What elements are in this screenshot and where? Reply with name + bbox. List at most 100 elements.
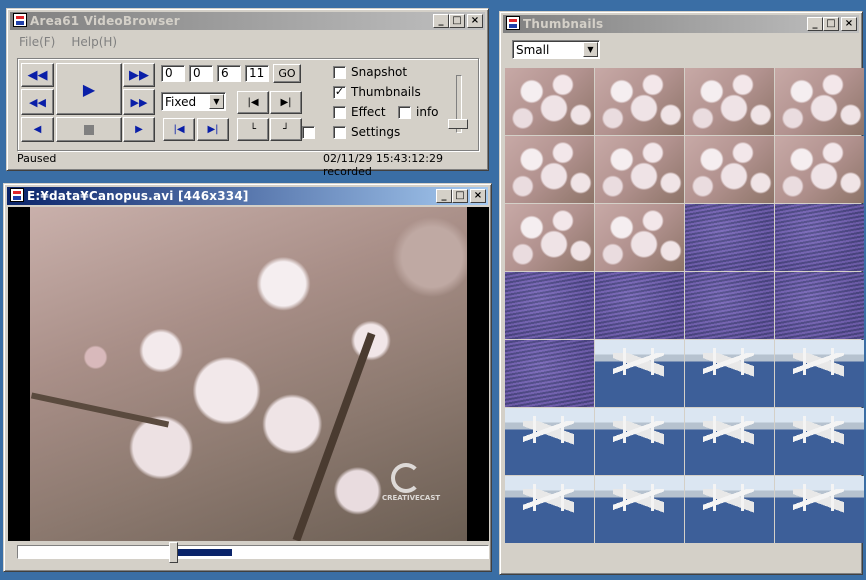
menu-file[interactable]: File(F): [11, 32, 63, 50]
step-forward-button[interactable]: ▶: [123, 117, 155, 142]
seek-thumb[interactable]: [168, 542, 178, 563]
minimize-button[interactable]: _: [436, 189, 452, 203]
thumbnail-bridge[interactable]: [595, 476, 684, 543]
close-button[interactable]: ×: [467, 14, 483, 28]
time-frames-field[interactable]: 11: [245, 65, 269, 82]
fast-rewind-button[interactable]: ◀◀: [21, 63, 54, 87]
app-icon: [13, 13, 27, 27]
thumbnails-checkbox[interactable]: ✓ Thumbnails: [333, 85, 421, 99]
thumbnail-blossom[interactable]: [505, 204, 594, 271]
mark-out-button[interactable]: ▶|: [270, 91, 302, 114]
play-button[interactable]: ▶: [56, 63, 122, 115]
time-seconds-field[interactable]: 6: [217, 65, 241, 82]
prev-frame-button[interactable]: |◀: [163, 118, 195, 141]
thumbnail-flowers[interactable]: [505, 272, 594, 339]
mark-in-button[interactable]: |◀: [237, 91, 269, 114]
set-start-button[interactable]: └: [237, 118, 269, 141]
thumbnail-blossom[interactable]: [595, 68, 684, 135]
effect-checkbox[interactable]: Effect: [333, 105, 386, 119]
mode-select[interactable]: Fixed ▼: [161, 92, 226, 111]
thumbnail-bridge[interactable]: [685, 476, 774, 543]
thumbnail-blossom[interactable]: [595, 136, 684, 203]
app-icon: [10, 188, 24, 202]
video-image: CREATIVECAST: [30, 207, 467, 541]
settings-checkbox-box: [333, 125, 346, 139]
video-title: E:¥data¥Canopus.avi [446x334]: [27, 189, 249, 203]
thumbnail-bridge[interactable]: [775, 476, 864, 543]
thumbnail-blossom[interactable]: [505, 136, 594, 203]
thumbnail-grid: [505, 68, 864, 544]
thumbnail-blossom[interactable]: [595, 204, 684, 271]
thumbnail-bridge[interactable]: [595, 340, 684, 407]
thumbnail-bridge[interactable]: [685, 340, 774, 407]
recorded-timestamp: 02/11/29 15:43:12:29 recorded: [323, 152, 444, 178]
minimize-button[interactable]: _: [433, 14, 449, 28]
info-checkbox[interactable]: info: [398, 105, 439, 119]
minimize-button[interactable]: _: [807, 17, 823, 31]
go-button[interactable]: GO: [273, 64, 301, 83]
thumbnail-flowers[interactable]: [775, 272, 864, 339]
thumbnail-flowers[interactable]: [775, 204, 864, 271]
menubar: File(F) Help(H): [11, 32, 125, 50]
thumbnail-flowers[interactable]: [505, 340, 594, 407]
volume-slider-thumb[interactable]: [448, 119, 468, 129]
creativecast-logo: CREATIVECAST: [382, 463, 441, 502]
main-title: Area61 VideoBrowser: [30, 14, 180, 28]
snapshot-checkbox-box: [333, 65, 346, 79]
close-button[interactable]: ×: [841, 17, 857, 31]
thumbnail-flowers[interactable]: [595, 272, 684, 339]
logo-c-icon: [391, 463, 421, 493]
thumbnails-window: Thumbnails _ □ × Small ▼: [499, 11, 864, 575]
thumbnail-bridge[interactable]: [775, 408, 864, 475]
video-titlebar[interactable]: E:¥data¥Canopus.avi [446x334] _ □ ×: [7, 187, 488, 205]
thumbnails-titlebar[interactable]: Thumbnails _ □ ×: [503, 15, 859, 33]
chevron-down-icon: ▼: [583, 42, 598, 57]
watermark-text: CREATIVECAST: [382, 494, 441, 502]
maximize-button[interactable]: □: [449, 14, 465, 28]
next-frame-button[interactable]: ▶|: [197, 118, 229, 141]
close-button[interactable]: ×: [470, 189, 486, 203]
thumbnail-flowers[interactable]: [685, 272, 774, 339]
thumbnails-label: Thumbnails: [351, 85, 421, 99]
thumbnail-bridge[interactable]: [685, 408, 774, 475]
branch: [292, 332, 376, 541]
thumbnail-blossom[interactable]: [775, 136, 864, 203]
thumbnail-bridge[interactable]: [505, 476, 594, 543]
thumbnails-checkbox-box: ✓: [333, 84, 346, 99]
rewind-button[interactable]: ◀◀: [21, 89, 54, 115]
step-back-button[interactable]: ◀: [21, 117, 54, 142]
mode-select-value: Fixed: [165, 95, 197, 109]
set-end-button[interactable]: ┘: [270, 118, 302, 141]
chevron-down-icon: ▼: [209, 94, 224, 109]
main-window: Area61 VideoBrowser _ □ × File(F) Help(H…: [6, 8, 489, 178]
thumbnail-bridge[interactable]: [775, 340, 864, 407]
thumbnail-blossom[interactable]: [505, 68, 594, 135]
forward-button[interactable]: ▶▶: [123, 89, 155, 115]
snapshot-checkbox[interactable]: Snapshot: [333, 65, 407, 79]
app-icon: [506, 16, 520, 30]
menu-help[interactable]: Help(H): [63, 32, 125, 50]
loop-checkbox-box: [302, 126, 315, 139]
video-frame[interactable]: CREATIVECAST: [8, 207, 489, 541]
thumbnail-bridge[interactable]: [595, 408, 684, 475]
branch: [30, 392, 170, 428]
effect-label: Effect: [351, 105, 386, 119]
status-text: Paused: [17, 152, 57, 165]
thumbnail-blossom[interactable]: [685, 68, 774, 135]
maximize-button[interactable]: □: [452, 189, 468, 203]
thumbnail-flowers[interactable]: [685, 204, 774, 271]
thumbnail-size-select[interactable]: Small ▼: [512, 40, 600, 59]
fast-forward-button[interactable]: ▶▶: [123, 63, 155, 87]
stop-button[interactable]: [56, 117, 122, 142]
thumbnail-bridge[interactable]: [505, 408, 594, 475]
main-titlebar[interactable]: Area61 VideoBrowser _ □ ×: [10, 12, 485, 30]
thumbnail-blossom[interactable]: [775, 68, 864, 135]
settings-checkbox[interactable]: Settings: [333, 125, 400, 139]
thumbnail-blossom[interactable]: [685, 136, 774, 203]
time-minutes-field[interactable]: 0: [189, 65, 213, 82]
maximize-button[interactable]: □: [823, 17, 839, 31]
thumbnails-title: Thumbnails: [523, 17, 604, 31]
loop-checkbox[interactable]: [302, 126, 320, 139]
seek-bar[interactable]: [17, 545, 489, 559]
time-hours-field[interactable]: 0: [161, 65, 185, 82]
